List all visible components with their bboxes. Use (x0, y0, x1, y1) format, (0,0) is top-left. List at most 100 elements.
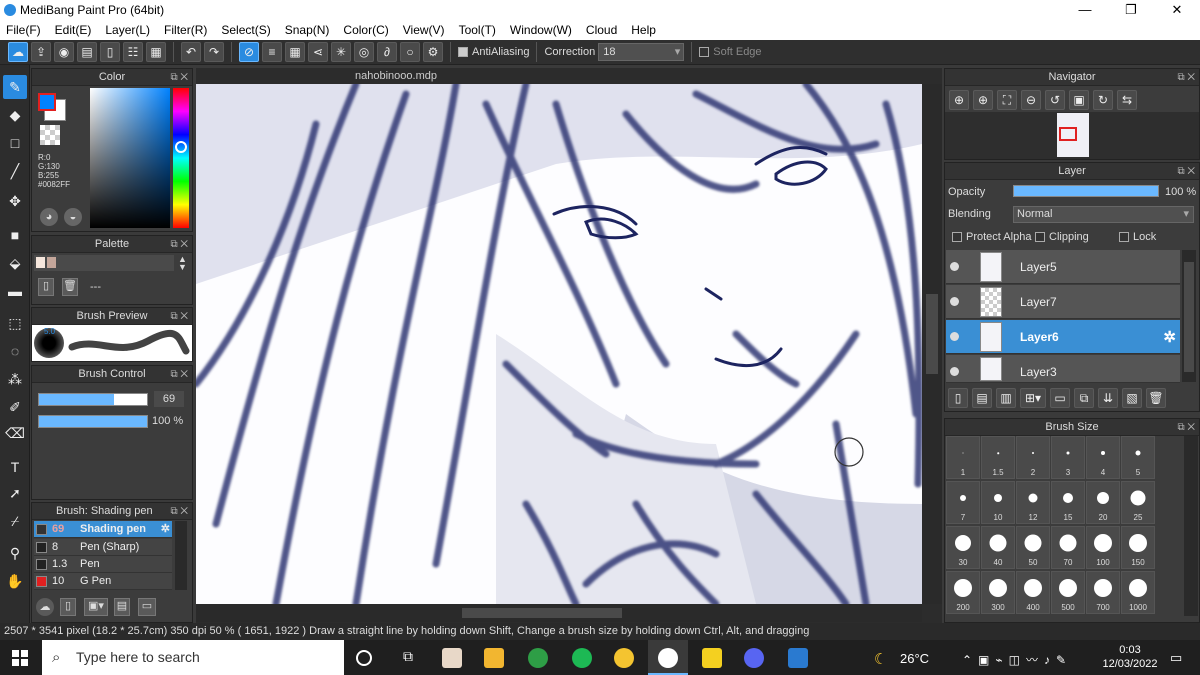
file-explorer-icon[interactable] (484, 648, 504, 668)
menu-snap[interactable]: Snap(N) (285, 23, 330, 37)
cortana-icon[interactable] (356, 650, 372, 666)
hue-slider[interactable] (173, 88, 189, 228)
app-icon-yellow[interactable] (614, 648, 634, 668)
brush-size-preset[interactable]: 1000 (1121, 571, 1155, 614)
blending-select[interactable]: Normal ▾ (1013, 206, 1194, 223)
menu-cloud[interactable]: Cloud (586, 23, 617, 37)
visibility-eye-icon[interactable] (950, 297, 959, 306)
sticky-notes-icon[interactable] (702, 648, 722, 668)
perspective-snap-icon[interactable]: ⋖ (308, 42, 328, 62)
brush-size-preset[interactable]: 400 (1016, 571, 1050, 614)
brush-size-preset[interactable]: 100 (1086, 526, 1120, 569)
eraser-tool-icon[interactable]: ◆ (3, 103, 27, 127)
add-brush-dropdown-icon[interactable]: ▣▾ (84, 598, 108, 616)
medibang-icon[interactable] (658, 648, 678, 668)
saturation-value-picker[interactable] (90, 88, 170, 228)
menu-help[interactable]: Help (631, 23, 656, 37)
chrome-icon[interactable] (528, 648, 548, 668)
palette-icon[interactable]: ◕ (40, 208, 58, 226)
app-icon-anime[interactable] (442, 648, 462, 668)
snap-settings-icon[interactable]: ⚙ (423, 42, 443, 62)
palette-scroll-icon[interactable]: ▲ ▼ (178, 255, 187, 272)
divide-tool-icon[interactable]: ⌿ (3, 509, 27, 533)
parallel-snap-icon[interactable]: ≡ (262, 42, 282, 62)
brush-size-preset[interactable]: 4 (1086, 436, 1120, 479)
hand-tool-icon[interactable]: ✋ (3, 569, 27, 593)
document-icon[interactable]: ▯ (100, 42, 120, 62)
brush-size-preset[interactable]: 2 (1016, 436, 1050, 479)
menu-tool[interactable]: Tool(T) (459, 23, 496, 37)
horizontal-scroll-thumb[interactable] (462, 608, 622, 618)
menu-color[interactable]: Color(C) (343, 23, 388, 37)
gear-icon[interactable]: ✲ (161, 521, 170, 538)
brush-item-shading-pen[interactable]: 69 Shading pen ✲ (34, 521, 172, 538)
cloud-icon[interactable]: ☁ (8, 42, 28, 62)
visibility-eye-icon[interactable] (950, 262, 959, 271)
move-tool-icon[interactable]: ✥ (3, 189, 27, 213)
palette-swatch[interactable] (36, 257, 45, 268)
select-eraser-tool-icon[interactable]: ⌫ (3, 421, 27, 445)
share-icon[interactable]: ⇪ (31, 42, 51, 62)
cloud-brush-icon[interactable]: ☁ (36, 598, 54, 616)
brush-size-preset[interactable]: 15 (1051, 481, 1085, 524)
clock[interactable]: 0:03 12/03/2022 (1100, 643, 1160, 671)
taskbar-search-box[interactable]: ⌕ Type here to search (42, 640, 344, 675)
visibility-eye-icon[interactable] (950, 367, 959, 376)
clipping-checkbox[interactable]: Clipping (1035, 231, 1089, 243)
layer-properties-icon[interactable]: ▧ (1122, 388, 1142, 408)
line-tool-icon[interactable]: ╱ (3, 159, 27, 183)
brush-size-preset[interactable]: 700 (1086, 571, 1120, 614)
brush-size-preset[interactable]: 30 (946, 526, 980, 569)
brush-size-preset[interactable]: 150 (1121, 526, 1155, 569)
menu-filter[interactable]: Filter(R) (164, 23, 207, 37)
brush-item-pen[interactable]: 1.3 Pen (34, 556, 172, 573)
lock-checkbox[interactable]: Lock (1119, 231, 1156, 243)
brush-size-preset[interactable]: 70 (1051, 526, 1085, 569)
brush-size-preset[interactable]: 50 (1016, 526, 1050, 569)
brush-item-pen-sharp[interactable]: 8 Pen (Sharp) (34, 539, 172, 556)
canvas-horizontal-scrollbar[interactable] (196, 604, 922, 622)
delete-palette-icon[interactable]: 🗑 (62, 278, 78, 296)
navigator-preview[interactable] (945, 112, 1199, 159)
brush-item-g-pen[interactable]: 10 G Pen (34, 573, 172, 590)
rectangle-tool-icon[interactable]: □ (3, 131, 27, 155)
brush-size-preset[interactable]: 12 (1016, 481, 1050, 524)
zoom-in-icon[interactable]: ⊕ (949, 90, 969, 110)
protect-alpha-checkbox[interactable]: Protect Alpha (952, 231, 1031, 243)
brush-size-preset[interactable]: 40 (981, 526, 1015, 569)
new-palette-icon[interactable]: ▯ (38, 278, 54, 296)
panel-close-icon[interactable]: ⧉ ✕ (1177, 419, 1195, 436)
menu-edit[interactable]: Edit(E) (55, 23, 92, 37)
fit-icon[interactable]: ⛶ (997, 90, 1017, 110)
redo-icon[interactable]: ↷ (204, 42, 224, 62)
canvas-vertical-scrollbar[interactable] (922, 84, 942, 604)
system-tray-icons[interactable]: ⌃▣⌁◫〰♪✎ (962, 651, 1072, 668)
brush-tool-icon[interactable]: ✎ (3, 75, 27, 99)
chat-icon[interactable]: ▤ (77, 42, 97, 62)
fill-rect-tool-icon[interactable]: ■ (3, 223, 27, 247)
brush-size-slider[interactable] (38, 393, 148, 406)
concentric-snap-icon[interactable]: ◎ (354, 42, 374, 62)
brush-size-preset[interactable]: 10 (981, 481, 1015, 524)
zoom-out-icon[interactable]: ⊖ (1021, 90, 1041, 110)
select-pen-tool-icon[interactable]: ✐ (3, 395, 27, 419)
curve-snap-icon[interactable]: ∂ (377, 42, 397, 62)
brush-size-preset[interactable]: 20 (1086, 481, 1120, 524)
snap-off-icon[interactable]: ⊘ (239, 42, 259, 62)
task-view-icon[interactable]: ⧉ (398, 648, 418, 668)
flip-icon[interactable]: ⇆ (1117, 90, 1137, 110)
layer-settings-gear-icon[interactable]: ✲ (1163, 328, 1176, 346)
brush-size-preset[interactable]: 1.5 (981, 436, 1015, 479)
menu-select[interactable]: Select(S) (221, 23, 270, 37)
menu-view[interactable]: View(V) (403, 23, 445, 37)
folder-icon[interactable]: ▭ (138, 598, 156, 616)
notification-icon[interactable]: ▭ (1170, 650, 1182, 666)
brush-size-preset[interactable]: 1 (946, 436, 980, 479)
panel-close-icon[interactable]: ⧉ ✕ (170, 308, 188, 325)
brush-size-preset[interactable]: 25 (1121, 481, 1155, 524)
brush-size-value[interactable]: 69 (154, 391, 184, 407)
brush-list-scrollbar[interactable] (175, 521, 187, 590)
lasso-tool-icon[interactable]: ◌ (3, 339, 27, 363)
circle-snap-icon[interactable]: ○ (400, 42, 420, 62)
zoom-icon[interactable]: ⊕ (973, 90, 993, 110)
